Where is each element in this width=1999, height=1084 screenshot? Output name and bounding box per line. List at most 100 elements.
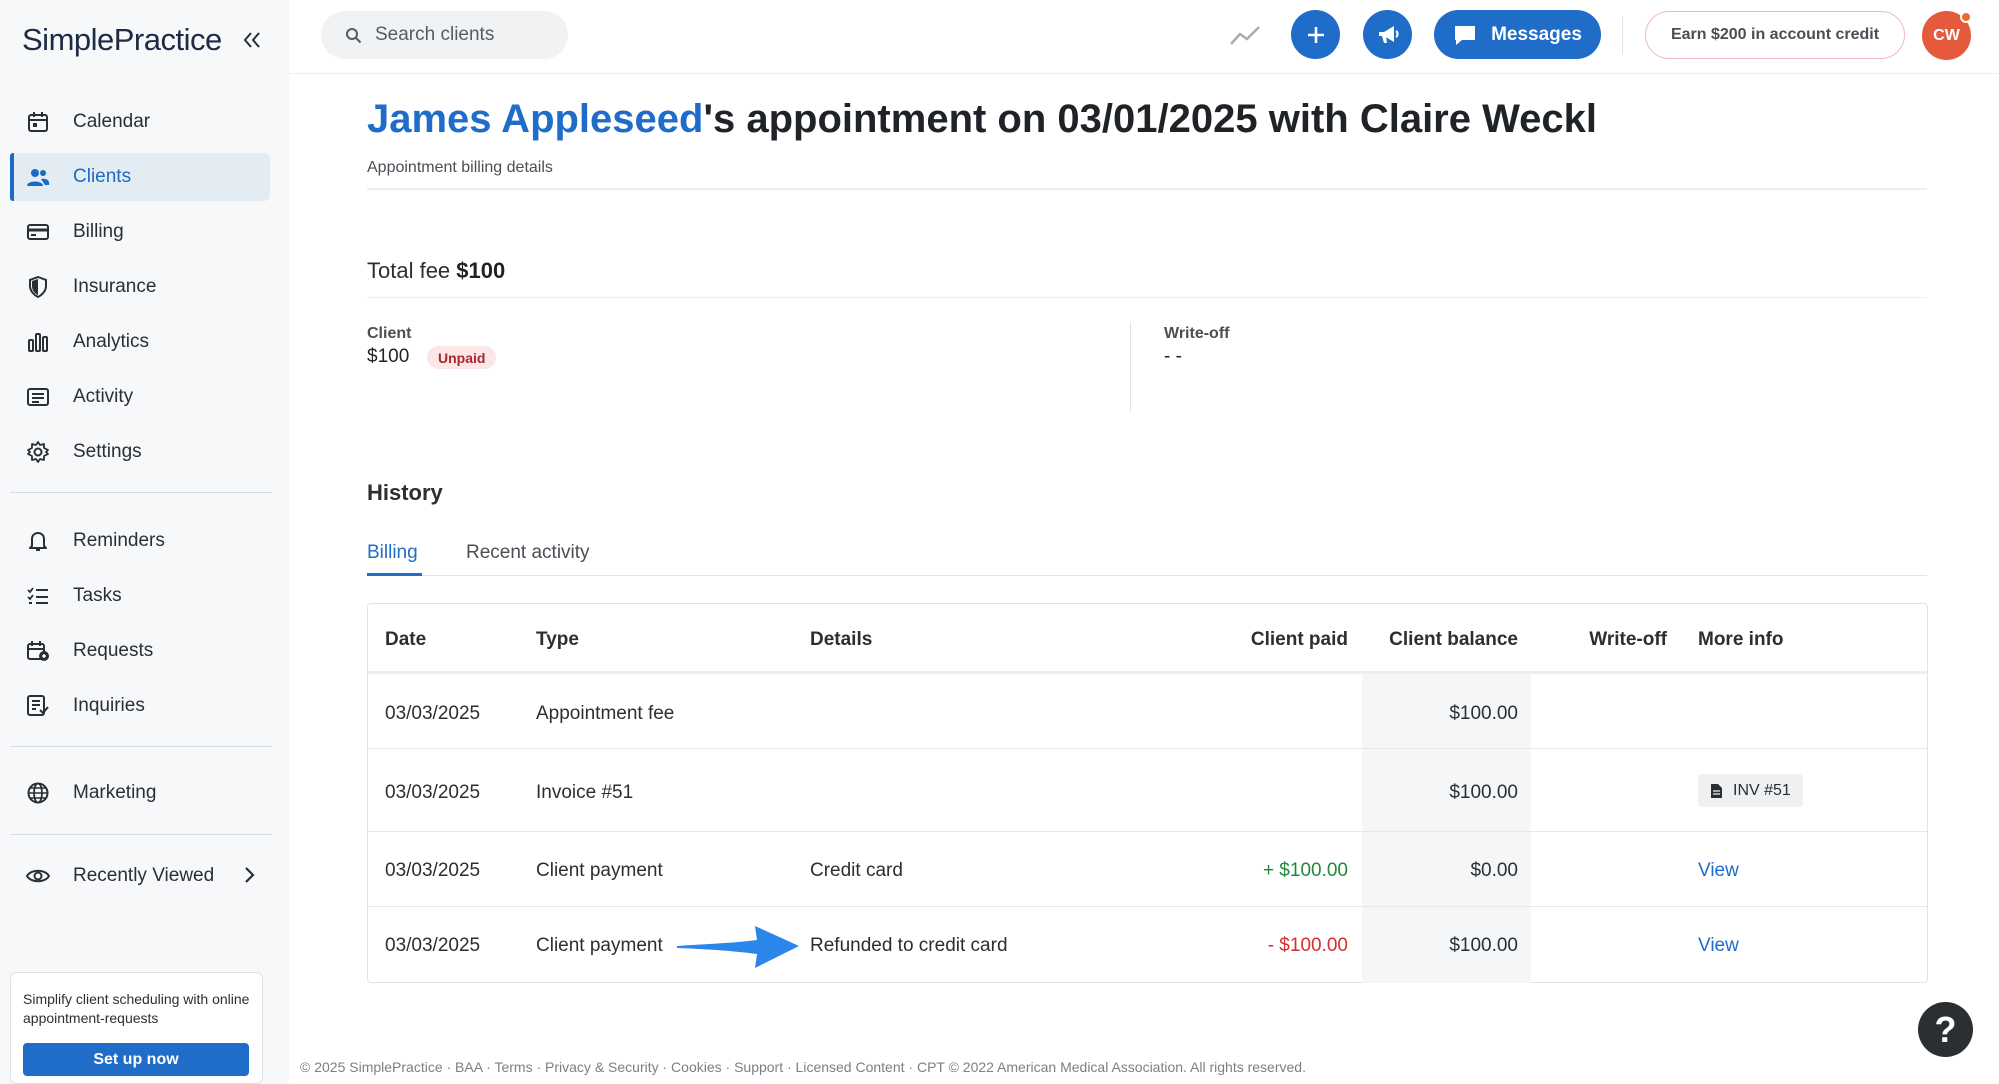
- messages-button[interactable]: Messages: [1434, 10, 1601, 59]
- sidebar-item-label: Recently Viewed: [73, 865, 215, 886]
- messages-label: Messages: [1491, 23, 1582, 45]
- column-header-more-info: More info: [1698, 629, 1784, 650]
- row-date: 03/03/2025: [385, 782, 481, 803]
- sidebar-item-label: Reminders: [73, 530, 165, 551]
- chat-icon: [1455, 25, 1476, 45]
- tabs-divider: [367, 575, 1927, 576]
- history-title: History: [367, 480, 443, 505]
- sidebar-item-label: Tasks: [73, 585, 122, 606]
- tasks-icon: [26, 584, 50, 608]
- row-client-paid: + $100.00: [1262, 860, 1348, 881]
- page-title-rest: 's appointment on 03/01/2025 with Claire…: [703, 97, 1597, 141]
- collapse-sidebar-button[interactable]: [238, 26, 266, 54]
- megaphone-icon: [1378, 25, 1398, 43]
- column-header-client-balance: Client balance: [1389, 629, 1518, 650]
- sidebar-item-label: Settings: [73, 441, 142, 462]
- shield-icon: [26, 275, 50, 299]
- row-type: Client payment: [536, 860, 663, 881]
- row-details: Credit card: [810, 860, 903, 881]
- header-divider: [367, 188, 1927, 190]
- calendar-icon: [26, 110, 50, 134]
- announcements-button[interactable]: [1363, 10, 1412, 59]
- billing-icon: [26, 220, 50, 244]
- sidebar-item-inquiries[interactable]: Inquiries: [10, 682, 270, 730]
- sidebar-item-billing[interactable]: Billing: [10, 208, 270, 256]
- sidebar-item-calendar[interactable]: Calendar: [10, 98, 270, 146]
- eye-icon: [26, 864, 50, 888]
- tab-billing[interactable]: Billing: [367, 542, 418, 564]
- view-link[interactable]: View: [1698, 935, 1739, 957]
- requests-icon: [26, 639, 50, 663]
- gear-icon: [26, 440, 50, 464]
- analytics-icon: [26, 330, 50, 354]
- sidebar-item-label: Activity: [73, 386, 134, 407]
- earn-credit-button[interactable]: Earn $200 in account credit: [1645, 11, 1905, 59]
- total-fee: Total fee $100: [367, 258, 505, 284]
- total-fee-value: $100: [456, 258, 506, 283]
- clients-icon: [26, 165, 50, 189]
- billing-history-table: Date Type Details Client paid Client bal…: [367, 603, 1928, 983]
- row-balance: $100.00: [1449, 935, 1518, 956]
- activity-icon: [26, 385, 50, 409]
- document-icon: [1711, 783, 1722, 798]
- sidebar-item-label: Requests: [73, 640, 154, 661]
- row-balance: $100.00: [1449, 782, 1518, 803]
- sidebar-item-clients[interactable]: Clients: [10, 153, 270, 201]
- row-divider: [368, 831, 1927, 832]
- sidebar-item-reminders[interactable]: Reminders: [10, 517, 270, 565]
- sidebar-item-settings[interactable]: Settings: [10, 428, 270, 476]
- row-balance: $100.00: [1449, 703, 1518, 724]
- page-title: James Appleseed's appointment on 03/01/2…: [367, 97, 1597, 142]
- tab-recent-activity[interactable]: Recent activity: [466, 542, 590, 564]
- sidebar-item-requests[interactable]: Requests: [10, 627, 270, 675]
- notification-dot: [1960, 11, 1972, 23]
- inquiries-icon: [26, 694, 50, 718]
- page-subtitle: Appointment billing details: [367, 159, 553, 176]
- trend-icon[interactable]: [1225, 18, 1265, 52]
- sidebar-divider: [10, 834, 272, 835]
- row-type: Appointment fee: [536, 703, 675, 724]
- sidebar-divider: [10, 492, 272, 493]
- row-details: Refunded to credit card: [810, 935, 1008, 956]
- globe-icon: [26, 781, 50, 805]
- column-header-client-paid: Client paid: [1250, 629, 1348, 650]
- sidebar-item-tasks[interactable]: Tasks: [10, 572, 270, 620]
- bell-icon: [26, 529, 50, 553]
- sidebar-item-marketing[interactable]: Marketing: [10, 769, 270, 817]
- active-tab-indicator: [367, 573, 422, 576]
- column-header-type: Type: [536, 629, 579, 650]
- chevron-right-icon: [244, 866, 256, 889]
- row-date: 03/03/2025: [385, 860, 481, 881]
- promo-card: Simplify client scheduling with online a…: [10, 972, 263, 1084]
- setup-now-button[interactable]: Set up now: [23, 1043, 249, 1076]
- row-type: Client payment: [536, 935, 663, 956]
- sidebar-item-recently-viewed[interactable]: Recently Viewed: [10, 852, 270, 900]
- sidebar-item-insurance[interactable]: Insurance: [10, 263, 270, 311]
- add-button[interactable]: [1291, 10, 1340, 59]
- sidebar-item-label: Insurance: [73, 276, 157, 297]
- topbar-border: [289, 73, 1999, 74]
- sidebar-item-label: Clients: [73, 166, 132, 187]
- status-badge: Unpaid: [427, 346, 497, 369]
- view-link[interactable]: View: [1698, 860, 1739, 882]
- double-chevron-left-icon: [243, 32, 260, 48]
- invoice-chip[interactable]: INV #51: [1698, 774, 1803, 807]
- total-divider: [367, 297, 1927, 298]
- sidebar-divider: [10, 746, 272, 747]
- total-fee-label: Total fee: [367, 258, 451, 283]
- search-input[interactable]: Search clients: [321, 11, 568, 59]
- search-placeholder: Search clients: [375, 24, 495, 45]
- plus-icon: [1307, 26, 1324, 43]
- sidebar-item-analytics[interactable]: Analytics: [10, 318, 270, 366]
- help-button[interactable]: ?: [1918, 1002, 1973, 1057]
- client-amount: $100: [367, 346, 410, 367]
- client-name-link[interactable]: James Appleseed: [367, 97, 703, 141]
- client-label: Client: [367, 325, 412, 342]
- sidebar-item-label: Calendar: [73, 111, 151, 132]
- row-client-paid: - $100.00: [1267, 935, 1348, 956]
- sidebar-item-label: Billing: [73, 221, 124, 242]
- summary-divider: [1130, 322, 1131, 412]
- app-logo[interactable]: SimplePractice: [22, 22, 222, 58]
- arrow-annotation-icon: [677, 926, 799, 968]
- sidebar-item-activity[interactable]: Activity: [10, 373, 270, 421]
